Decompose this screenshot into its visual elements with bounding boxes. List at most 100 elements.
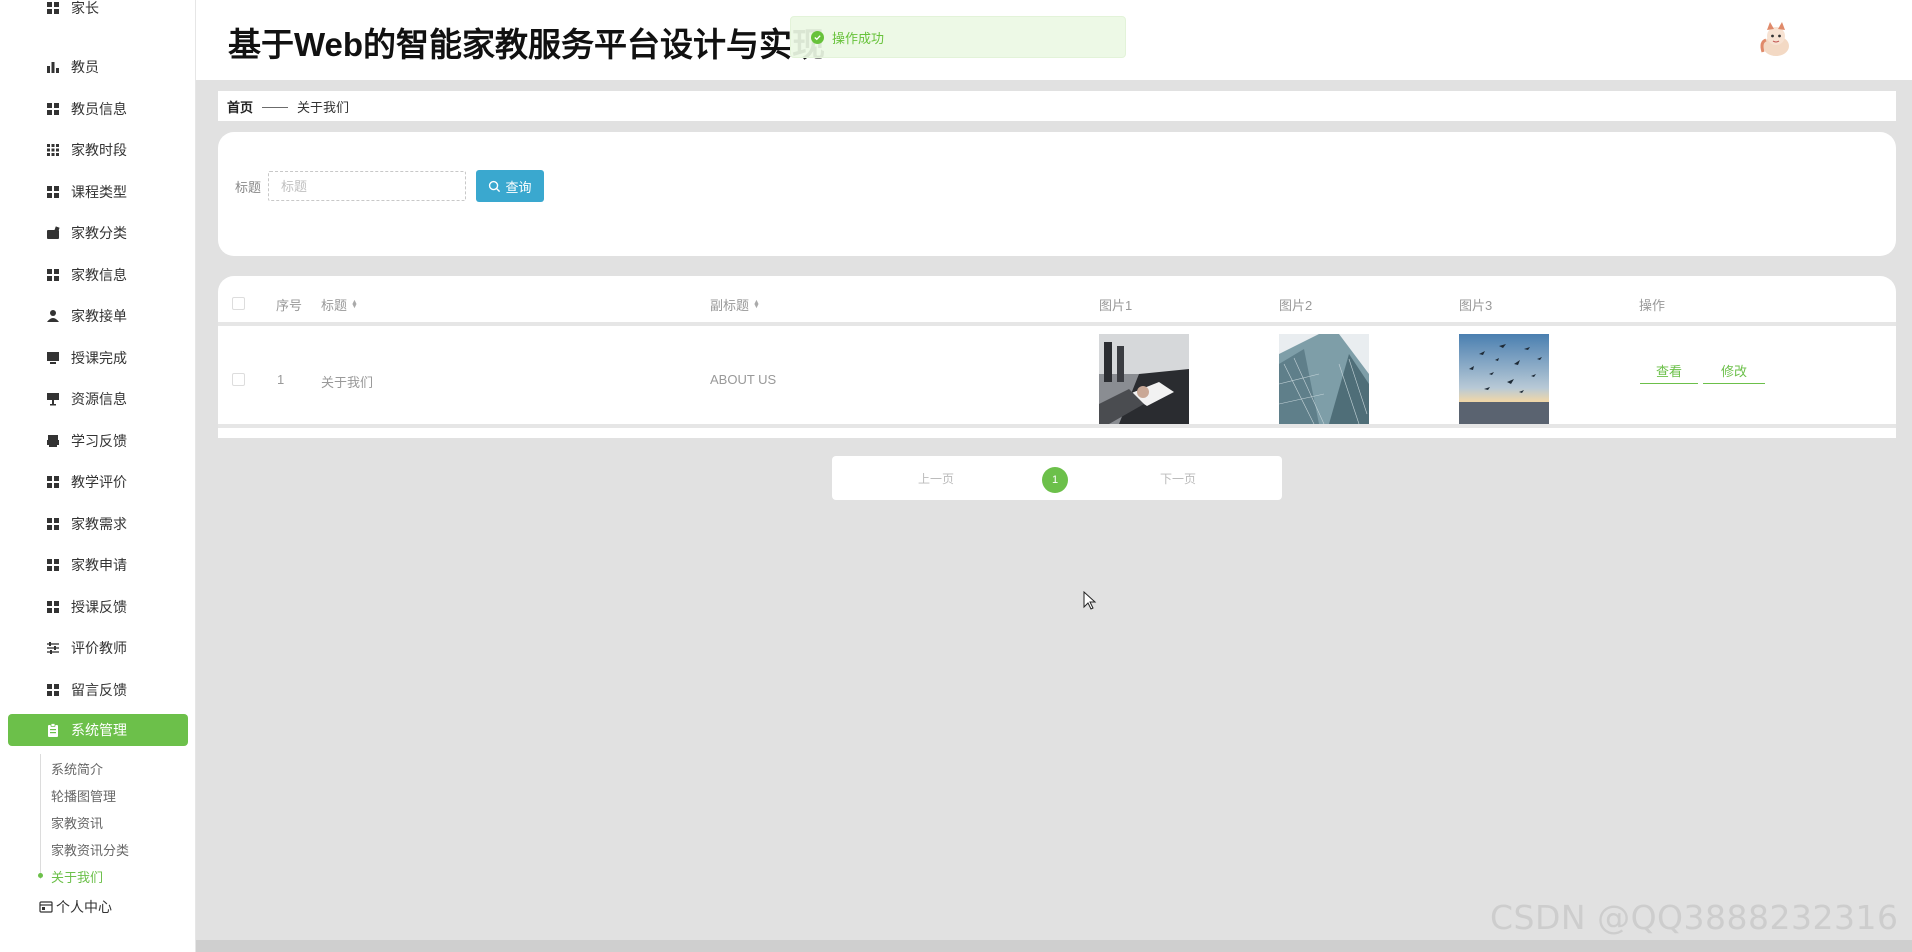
submenu-item-carousel[interactable]: 轮播图管理: [51, 786, 116, 805]
sidebar-item-lesson-feedback[interactable]: 授课反馈: [0, 589, 195, 625]
sidebar-item-message-feedback[interactable]: 留言反馈: [0, 672, 195, 708]
sidebar-item-tutoring-application[interactable]: 家教申请: [0, 547, 195, 583]
sidebar-item-teacher[interactable]: 教员: [0, 49, 195, 85]
mouse-cursor-icon: [1083, 591, 1097, 610]
header-actions: 操作: [1639, 298, 1666, 313]
sidebar-item-tutoring-info[interactable]: 家教信息: [0, 257, 195, 293]
current-dot-icon: [38, 873, 43, 878]
sidebar-item-parent[interactable]: 家长: [0, 0, 195, 26]
sidebar-item-label: 授课完成: [71, 349, 127, 366]
header-title-label: 标题: [321, 298, 348, 313]
sidebar-item-label: 学习反馈: [71, 432, 127, 449]
grid-icon: [46, 475, 60, 489]
grid-icon: [46, 600, 60, 614]
header-image1: 图片1: [1099, 298, 1133, 313]
row-image1[interactable]: [1099, 334, 1189, 424]
row-index: 1: [277, 372, 285, 387]
search-panel: 标题 查询: [218, 132, 1896, 256]
check-circle-icon: [811, 30, 824, 44]
sidebar-item-course-type[interactable]: 课程类型: [0, 174, 195, 210]
header: 基于Web的智能家教服务平台设计与实现 操作成功: [196, 0, 1912, 80]
sidebar-item-label: 教员: [71, 59, 99, 75]
sidebar-item-label: 家教信息: [71, 266, 127, 283]
next-page-button[interactable]: 下一页: [1160, 470, 1196, 487]
breadcrumb: 首页 —— 关于我们: [218, 91, 1896, 121]
row-checkbox[interactable]: [232, 373, 245, 386]
clipboard-icon: [46, 723, 60, 737]
grid-icon: [46, 185, 60, 199]
breadcrumb-separator: ——: [262, 98, 289, 114]
sidebar-item-tutoring-time[interactable]: 家教时段: [0, 132, 195, 168]
row-subtitle: ABOUT US: [710, 372, 777, 387]
sidebar-item-learning-feedback[interactable]: 学习反馈: [0, 423, 195, 459]
grid-icon: [46, 558, 60, 572]
sidebar-item-label: 教员信息: [71, 100, 127, 117]
toast-text: 操作成功: [832, 30, 885, 46]
header-image2: 图片2: [1279, 298, 1313, 313]
sidebar-item-label: 教学评价: [71, 474, 127, 490]
sidebar-item-label: 课程类型: [71, 183, 127, 200]
user-icon: [46, 309, 60, 323]
sidebar: 家长教员教员信息家教时段课程类型家教分类家教信息家教接单授课完成资源信息学习反馈…: [0, 0, 196, 952]
sidebar-item-label: 家教分类: [71, 225, 127, 241]
submenu-item-news-category[interactable]: 家教资讯分类: [51, 840, 129, 859]
table-header: 序号 标题 ▲ ▼ 副标题 ▲ ▼ 图片1 图片2 图片3 操作: [218, 276, 1896, 326]
sort-icon[interactable]: ▲ ▼: [351, 299, 358, 310]
breadcrumb-home[interactable]: 首页: [227, 97, 253, 116]
horizontal-scrollbar[interactable]: [196, 940, 1912, 952]
personal-center-label: 个人中心: [56, 899, 112, 915]
sort-icon[interactable]: ▲ ▼: [753, 299, 760, 310]
row-image3[interactable]: [1459, 334, 1549, 424]
submenu-item-system-intro[interactable]: 系统简介: [51, 759, 103, 778]
edit-button[interactable]: 修改: [1703, 358, 1765, 384]
sidebar-item-label: 家教接单: [71, 308, 127, 324]
header-subtitle-label: 副标题: [710, 298, 750, 313]
sliders-icon: [46, 641, 60, 655]
breadcrumb-current: 关于我们: [297, 99, 350, 115]
grid-dots-icon: [46, 143, 60, 157]
sidebar-item-label: 系统管理: [71, 722, 127, 738]
avatar[interactable]: [1756, 20, 1796, 60]
prev-page-button[interactable]: 上一页: [918, 470, 954, 487]
bar-chart-icon: [46, 60, 60, 74]
sidebar-item-label: 家教申请: [71, 557, 127, 573]
header-image3: 图片3: [1459, 298, 1493, 313]
grid-icon: [46, 517, 60, 531]
sidebar-item-tutoring-demand[interactable]: 家教需求: [0, 506, 195, 542]
data-table: 序号 标题 ▲ ▼ 副标题 ▲ ▼ 图片1 图片2 图片3 操作 1 关于我们 AB…: [218, 276, 1896, 438]
sidebar-item-tutoring-order[interactable]: 家教接单: [0, 298, 195, 334]
sidebar-item-label: 家长: [71, 0, 99, 16]
submenu-item-tutoring-news[interactable]: 家教资讯: [51, 813, 103, 832]
sidebar-item-teacher-info[interactable]: 教员信息: [0, 91, 195, 127]
page-number-button[interactable]: 1: [1042, 467, 1068, 493]
sidebar-item-label: 授课反馈: [71, 598, 127, 615]
toast-message: 操作成功: [790, 16, 1126, 58]
card-icon: [39, 901, 53, 913]
sidebar-item-system-management[interactable]: 系统管理: [8, 714, 188, 746]
sidebar-item-lesson-complete[interactable]: 授课完成: [0, 340, 195, 376]
page-title: 基于Web的智能家教服务平台设计与实现: [228, 26, 826, 63]
sidebar-item-teaching-evaluation[interactable]: 教学评价: [0, 464, 195, 500]
search-icon: [489, 180, 501, 192]
header-title[interactable]: 标题 ▲ ▼: [321, 295, 358, 314]
row-title: 关于我们: [321, 375, 374, 390]
header-subtitle[interactable]: 副标题 ▲ ▼: [710, 295, 760, 314]
grid-icon: [46, 268, 60, 282]
view-button[interactable]: 查看: [1640, 358, 1698, 384]
search-button[interactable]: 查询: [476, 170, 544, 202]
monitor-icon: [46, 351, 60, 365]
sidebar-item-resource-info[interactable]: 资源信息: [0, 381, 195, 417]
grid-icon: [46, 1, 60, 15]
sidebar-item-personal-center[interactable]: 个人中心: [39, 897, 112, 917]
search-button-label: 查询: [505, 179, 532, 195]
sidebar-item-evaluate-teacher[interactable]: 评价教师: [0, 630, 195, 666]
sidebar-item-tutoring-category[interactable]: 家教分类: [0, 215, 195, 251]
search-label: 标题: [235, 180, 262, 195]
row-image2[interactable]: [1279, 334, 1369, 424]
sidebar-item-label: 评价教师: [71, 640, 127, 656]
submenu-item-about-us[interactable]: 关于我们: [51, 867, 103, 886]
briefcase-icon: [46, 226, 60, 240]
select-all-checkbox[interactable]: [232, 297, 245, 310]
table-row: 1 关于我们 ABOUT US 查看 修改: [218, 330, 1896, 428]
search-input[interactable]: [268, 171, 466, 201]
